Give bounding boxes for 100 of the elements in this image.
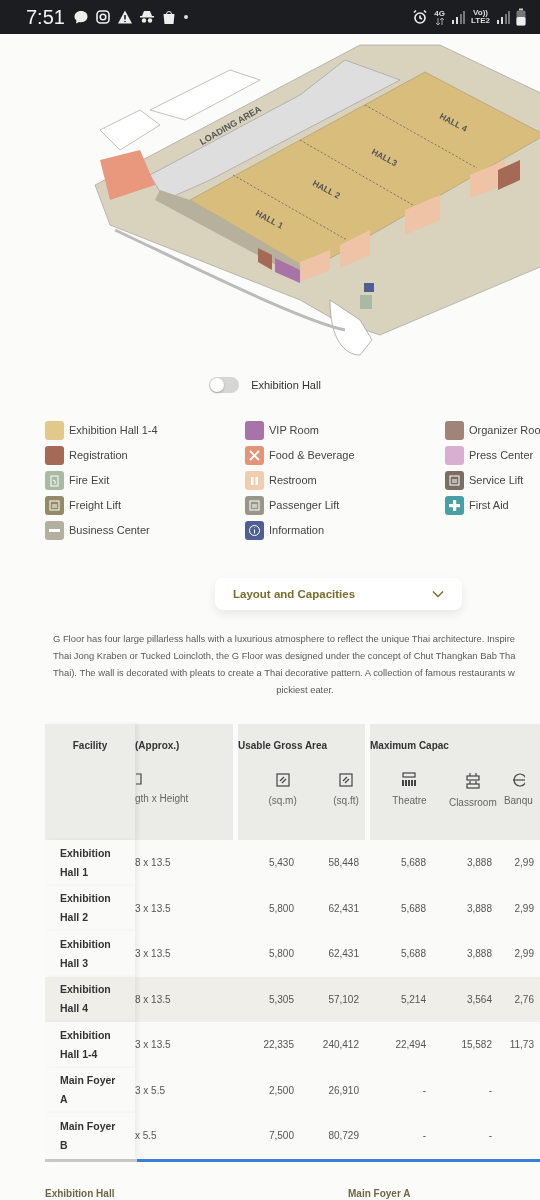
- table-cell-text: 3,888: [466, 948, 493, 960]
- legend-label: VIP Room: [269, 424, 319, 436]
- column-label: Classroom: [448, 797, 497, 808]
- dot-icon: [182, 14, 189, 20]
- accordion-title: Layout and Capacities: [233, 588, 356, 600]
- table-cell-text: 2,500: [268, 1084, 295, 1096]
- table-cell-text: 5,800: [268, 948, 295, 960]
- column-group-title: Usable Gross Area: [238, 739, 328, 751]
- table-cell: 3 x 13.5: [135, 902, 171, 914]
- table-cell-text: 5,688: [400, 948, 427, 960]
- legend-label: Registration: [69, 449, 128, 461]
- legend-label: Restroom: [269, 474, 317, 486]
- table-cell-text: 2,99: [514, 948, 535, 960]
- facility-cell: Exhibition Hall 1-4: [45, 1022, 135, 1068]
- description-line: Thai). The wall is decorated with pleats to create a Thai decorative pattern. A collection of famous restaurants w: [53, 666, 515, 680]
- table-cell-text: 26,910: [328, 1084, 360, 1096]
- toggle-label: Exhibition Hall: [251, 379, 321, 391]
- lift-icon: [49, 500, 60, 510]
- fork-knife-icon: [249, 449, 260, 461]
- column-label: (sq.m): [268, 795, 297, 806]
- table-cell: 8 x 13.5: [135, 857, 171, 869]
- lift-icon: [449, 475, 460, 485]
- legend-label: Exhibition Hall 1-4: [69, 424, 158, 436]
- table-cell-text: 5,214: [400, 993, 427, 1005]
- table-cell-text: 62,431: [328, 902, 360, 914]
- toggle-switch[interactable]: [209, 377, 240, 393]
- area-icon: [338, 772, 355, 788]
- dimension-icon: [135, 772, 143, 786]
- legend-label: Business Center: [69, 524, 150, 536]
- theatre-icon: [400, 772, 419, 788]
- restroom-icon: [251, 476, 258, 485]
- table-cell-text: 2,99: [514, 902, 535, 914]
- facility-cell: Main Foyer A: [45, 1067, 135, 1113]
- table-cell-text: 58,448: [328, 857, 360, 869]
- legend-label: Food & Beverage: [269, 449, 355, 461]
- facility-cell: Main Foyer B: [45, 1113, 135, 1159]
- table-cell-text: 3,564: [466, 993, 493, 1005]
- table-cell: x 5.5: [135, 1130, 157, 1142]
- lte-label: LTE2: [471, 17, 490, 25]
- data-arrows-icon: [434, 17, 445, 25]
- signal-icon: [496, 9, 510, 25]
- section-label: Main Foyer A: [348, 1187, 412, 1199]
- network-label: 4G: [434, 9, 446, 18]
- table-cell-text: 2,99: [514, 857, 535, 869]
- area-icon: [274, 772, 291, 788]
- legend-label: Service Lift: [469, 474, 524, 486]
- legend-label: Information: [269, 524, 325, 536]
- chevron-icon: [432, 590, 444, 598]
- column-group-title: (Approx.): [135, 739, 180, 751]
- table-cell-text: 7,500: [268, 1130, 295, 1142]
- table-cell-text: 3,888: [466, 902, 493, 914]
- description-line: G Floor has four large pillarless halls with a luxurious atmosphere to reflect the unique Thai architecture. Inspire: [53, 632, 516, 646]
- table-cell-text: -: [422, 1130, 427, 1142]
- facility-cell: Exhibition Hall 3: [45, 931, 135, 977]
- legend-label: First Aid: [469, 499, 509, 511]
- clock-time: 7:51: [26, 5, 65, 29]
- table-cell-text: 2,76: [514, 993, 535, 1005]
- desk-icon: [49, 528, 60, 532]
- column-group-title: Facility: [72, 739, 108, 751]
- volte-label: Vo)): [473, 9, 488, 17]
- chat-icon: [72, 9, 89, 25]
- lift-icon: [249, 500, 260, 510]
- facility-cell: Exhibition Hall 1: [45, 840, 135, 886]
- column-label: Theatre: [392, 795, 427, 806]
- column-label: gth x Height: [135, 793, 189, 804]
- description-line: pickiest eater.: [276, 683, 334, 697]
- table-cell-text: 240,412: [322, 1039, 360, 1051]
- column-group-title: Maximum Capac: [370, 739, 449, 751]
- exit-icon: [50, 475, 59, 486]
- column-label: (sq.ft): [333, 795, 359, 806]
- warning-icon: [116, 9, 133, 25]
- table-cell-text: 5,688: [400, 902, 427, 914]
- table-cell-text: 5,430: [268, 857, 295, 869]
- info-icon: [249, 524, 260, 536]
- table-cell-text: 62,431: [328, 948, 360, 960]
- table-cell-text: 80,729: [328, 1130, 360, 1142]
- table-cell-text: 5,688: [400, 857, 427, 869]
- table-cell-text: 5,800: [268, 902, 295, 914]
- banquet-icon: [511, 772, 526, 788]
- table-cell-text: 11,73: [509, 1039, 535, 1051]
- accordion-header[interactable]: Layout and Capacities: [215, 578, 462, 610]
- incognito-icon: [138, 9, 155, 25]
- table-cell: 3 x 13.5: [135, 1039, 171, 1051]
- battery-icon: [516, 8, 526, 26]
- table-cell-text: -: [488, 1084, 493, 1096]
- scrollbar[interactable]: [45, 1158, 540, 1162]
- table-cell-text: 15,582: [461, 1039, 493, 1051]
- facility-cell: Exhibition Hall 4: [45, 976, 135, 1022]
- table-cell: 3 x 13.5: [135, 948, 171, 960]
- table-cell-text: 57,102: [328, 993, 360, 1005]
- table-cell-text: 5,305: [268, 993, 295, 1005]
- cross-icon: [449, 499, 460, 511]
- classroom-icon: [464, 772, 481, 790]
- camera-icon: [94, 9, 111, 25]
- table-cell-text: -: [422, 1084, 427, 1096]
- facility-cell: Exhibition Hall 2: [45, 885, 135, 931]
- table-cell-text: 3,888: [466, 857, 493, 869]
- legend-label: Freight Lift: [69, 499, 121, 511]
- legend-label: Fire Exit: [69, 474, 110, 486]
- table-cell: 8 x 13.5: [135, 993, 171, 1005]
